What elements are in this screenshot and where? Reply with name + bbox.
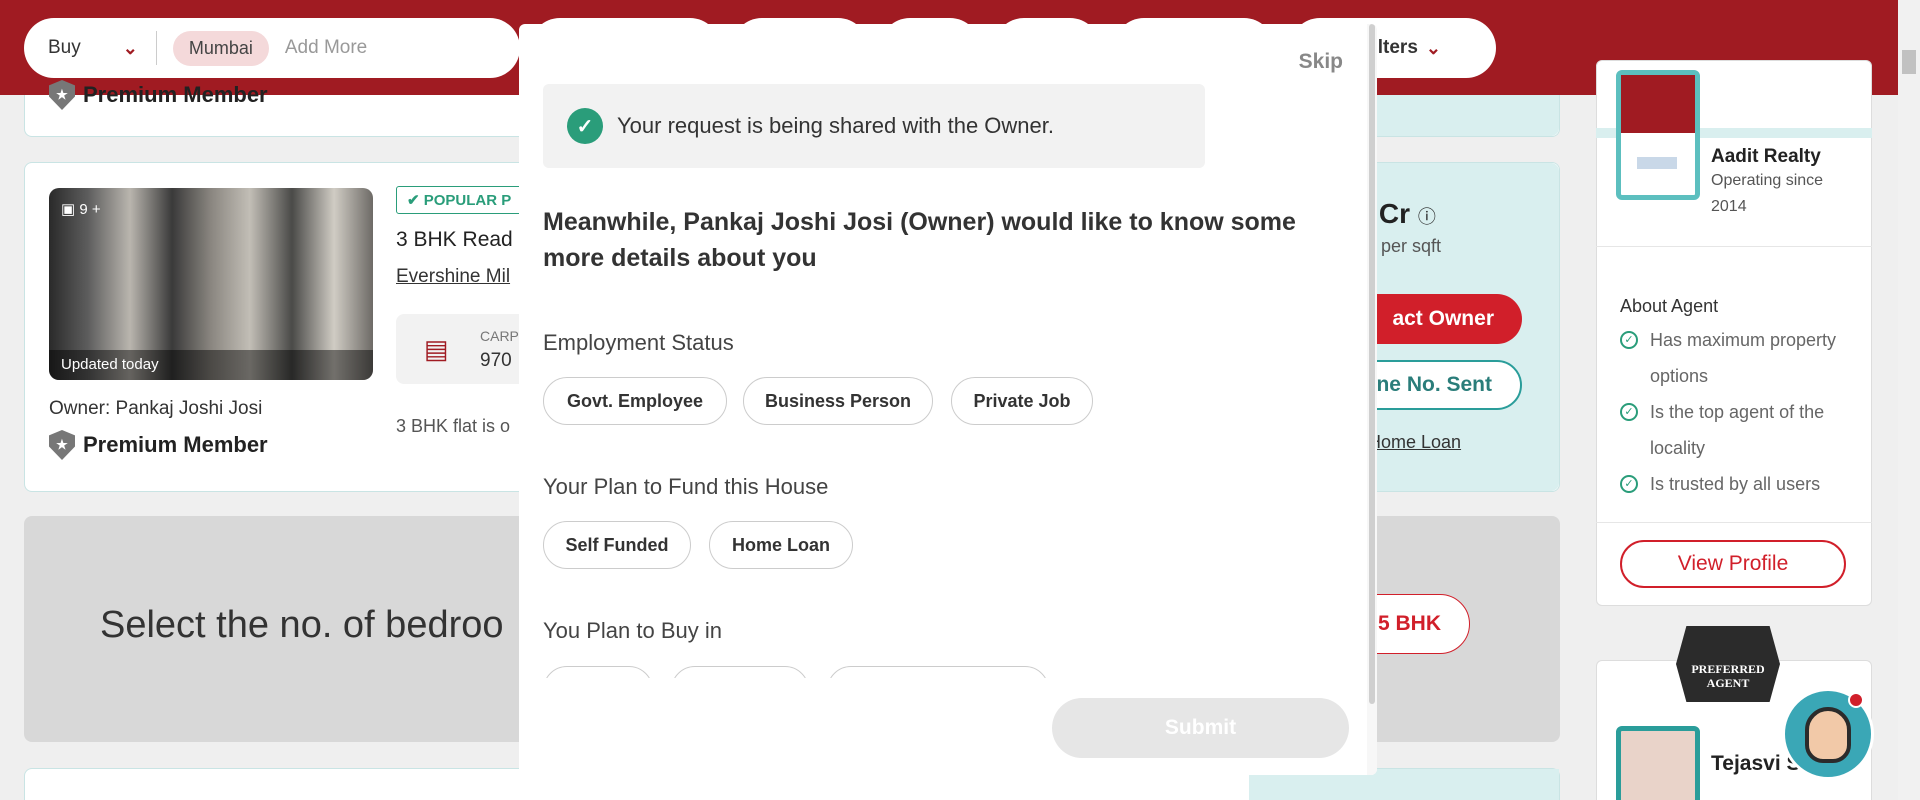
feature-item: ✓ Has maximum property options (1620, 322, 1860, 394)
add-more-input[interactable]: Add More (285, 37, 367, 59)
modal-headline: Meanwhile, Pankaj Joshi Josi (Owner) wou… (543, 208, 1296, 272)
property-photo[interactable]: ▣ 9 + Updated today (49, 188, 373, 380)
chevron-down-icon: ⌄ (122, 37, 138, 58)
locality-link[interactable]: Evershine Mil (396, 266, 510, 288)
info-icon[interactable]: ⓘ (1418, 207, 1436, 227)
option-home-loan[interactable]: Home Loan (709, 521, 853, 569)
check-circle-icon: ✓ (1620, 475, 1638, 493)
feature-label: Is the top agent of the locality (1650, 402, 1825, 458)
fund-plan-label: Your Plan to Fund this House (543, 474, 829, 499)
owner-name: Owner: Pankaj Joshi Josi (49, 398, 263, 419)
updated-label: Updated today (49, 350, 373, 380)
carpet-icon: ▤ (424, 334, 449, 364)
premium-label: Premium Member (83, 432, 268, 457)
page-scrollbar-thumb[interactable] (1902, 50, 1916, 74)
agent-photo (1621, 75, 1695, 133)
option-business-person[interactable]: Business Person (743, 377, 933, 425)
listing-description: 3 BHK flat is o (396, 416, 511, 436)
premium-label: Premium Member (83, 82, 268, 107)
agent-operating-since: Operating since 2014 (1711, 172, 1824, 215)
agent-logo (1616, 70, 1700, 200)
chevron-down-icon: ⌄ (1425, 37, 1441, 58)
about-agent-title: About Agent (1620, 296, 1719, 316)
notification-dot (1848, 692, 1864, 708)
carpet-area-box: ▤ CARP 970 (396, 314, 536, 384)
divider (155, 31, 157, 65)
popular-tag: ✔ POPULAR P (396, 186, 523, 214)
popular-tag-label: POPULAR P (423, 192, 512, 209)
headset-icon (1805, 707, 1851, 763)
request-shared-alert: ✓ Your request is being shared with the … (543, 84, 1205, 168)
photo-count-label: 9 + (79, 201, 101, 218)
shield-icon: ★ (49, 80, 75, 110)
image-icon: ▣ (61, 201, 76, 218)
premium-badge-previous: ★ Premium Member (49, 80, 268, 110)
carpet-label: CARP (480, 328, 519, 344)
agent-features-list: ✓ Has maximum property options ✓ Is the … (1620, 322, 1860, 502)
listing-title[interactable]: 3 BHK Read (396, 228, 513, 252)
page-scrollbar[interactable] (1898, 0, 1920, 800)
feature-item: ✓ Is trusted by all users (1620, 466, 1860, 502)
skip-button[interactable]: Skip (1299, 50, 1343, 74)
check-circle-icon: ✓ (1620, 331, 1638, 349)
buy-label: Buy (48, 37, 81, 58)
agent-name[interactable]: Aadit Realty (1711, 146, 1821, 168)
feature-label: Has maximum property options (1650, 330, 1837, 386)
check-circle-icon: ✓ (567, 108, 603, 144)
photo-count: ▣ 9 + (61, 200, 101, 218)
home-loan-link[interactable]: Home Loan (1368, 432, 1461, 453)
feature-label: Is trusted by all users (1650, 474, 1821, 494)
alert-text: Your request is being shared with the Ow… (617, 113, 1055, 138)
carpet-value: 970 (480, 350, 512, 371)
buy-timeline-label: You Plan to Buy in (543, 618, 722, 643)
divider (1596, 522, 1872, 523)
search-box[interactable]: Buy ⌄ Mumbai Add More (24, 18, 520, 78)
buy-dropdown[interactable]: Buy ⌄ (48, 37, 138, 59)
feature-item: ✓ Is the top agent of the locality (1620, 394, 1860, 466)
submit-button[interactable]: Submit (1052, 698, 1349, 758)
option-private-job[interactable]: Private Job (951, 377, 1093, 425)
option-self-funded[interactable]: Self Funded (543, 521, 691, 569)
view-profile-button[interactable]: View Profile (1620, 540, 1846, 588)
shield-icon: ★ (49, 430, 75, 460)
agent-photo-second (1616, 726, 1700, 800)
option-govt-employee[interactable]: Govt. Employee (543, 377, 727, 425)
preferred-agent-badge: PREFERRED AGENT (1676, 626, 1780, 702)
city-chip[interactable]: Mumbai (172, 30, 269, 66)
agent-logo-image (1637, 157, 1677, 169)
premium-badge: ★ Premium Member (49, 430, 268, 460)
bhk-banner-text: Select the no. of bedroo (100, 604, 504, 646)
check-icon: ✔ (407, 192, 420, 209)
modal-scrollbar-thumb[interactable] (1369, 24, 1375, 704)
check-circle-icon: ✓ (1620, 403, 1638, 421)
divider (1596, 246, 1872, 247)
owner-details-modal: Skip ✓ Your request is being shared with… (519, 24, 1377, 775)
employment-status-label: Employment Status (543, 330, 734, 355)
